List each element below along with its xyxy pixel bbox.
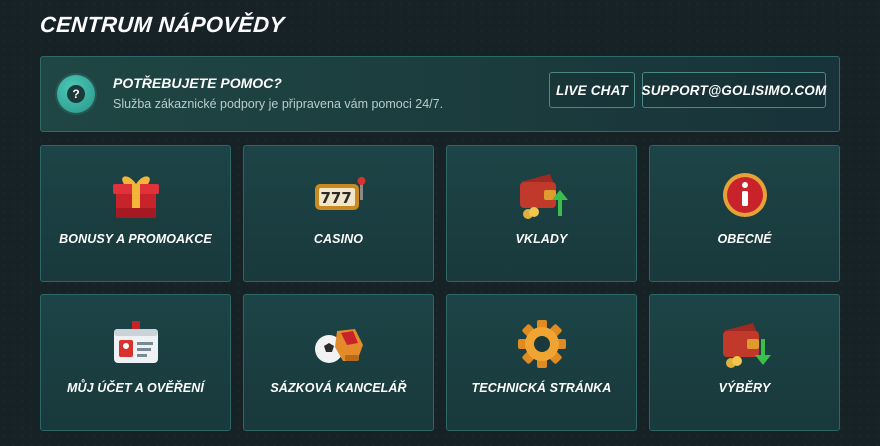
category-label: VKLADY	[515, 232, 568, 246]
football-glove-icon	[314, 329, 363, 363]
help-banner-subtitle: Služba zákaznické podpory je připravena …	[113, 97, 444, 111]
help-icon: ?	[57, 75, 95, 113]
category-label: VÝBĚRY	[718, 381, 771, 395]
category-card-deposits[interactable]: VKLADY	[446, 145, 637, 282]
support-email-button[interactable]: SUPPORT@GOLISIMO.COM	[642, 72, 826, 108]
help-banner: ? POTŘEBUJETE POMOC? Služba zákaznické p…	[40, 56, 840, 132]
category-label: TECHNICKÁ STRÁNKA	[471, 381, 612, 395]
wallet-deposit-icon	[519, 174, 568, 219]
category-card-general[interactable]: OBECNÉ	[649, 145, 840, 282]
svg-text:777: 777	[320, 189, 351, 207]
category-label: MŮJ ÚČET A OVĚŘENÍ	[67, 381, 204, 395]
category-card-account[interactable]: MŮJ ÚČET A OVĚŘENÍ	[40, 294, 231, 431]
category-card-technical[interactable]: TECHNICKÁ STRÁNKA	[446, 294, 637, 431]
gift-icon	[112, 176, 159, 218]
wallet-withdraw-icon	[722, 323, 771, 368]
id-card-icon	[113, 321, 158, 363]
category-label: SÁZKOVÁ KANCELÁŘ	[270, 381, 407, 395]
category-label: BONUSY A PROMOAKCE	[59, 232, 212, 246]
category-label: OBECNÉ	[717, 232, 772, 246]
live-chat-button[interactable]: LIVE CHAT	[549, 72, 635, 108]
category-card-withdrawals[interactable]: VÝBĚRY	[649, 294, 840, 431]
category-label: CASINO	[313, 232, 364, 246]
category-card-sportsbook[interactable]: SÁZKOVÁ KANCELÁŘ	[243, 294, 434, 431]
page-title: CENTRUM NÁPOVĚDY	[39, 12, 286, 37]
help-banner-title: POTŘEBUJETE POMOC?	[113, 75, 282, 91]
category-card-bonuses[interactable]: BONUSY A PROMOAKCE	[40, 145, 231, 282]
info-icon	[722, 173, 767, 217]
slot-machine-icon: 777	[314, 177, 365, 210]
gear-icon	[517, 320, 566, 368]
category-card-casino[interactable]: 777 CASINO	[243, 145, 434, 282]
